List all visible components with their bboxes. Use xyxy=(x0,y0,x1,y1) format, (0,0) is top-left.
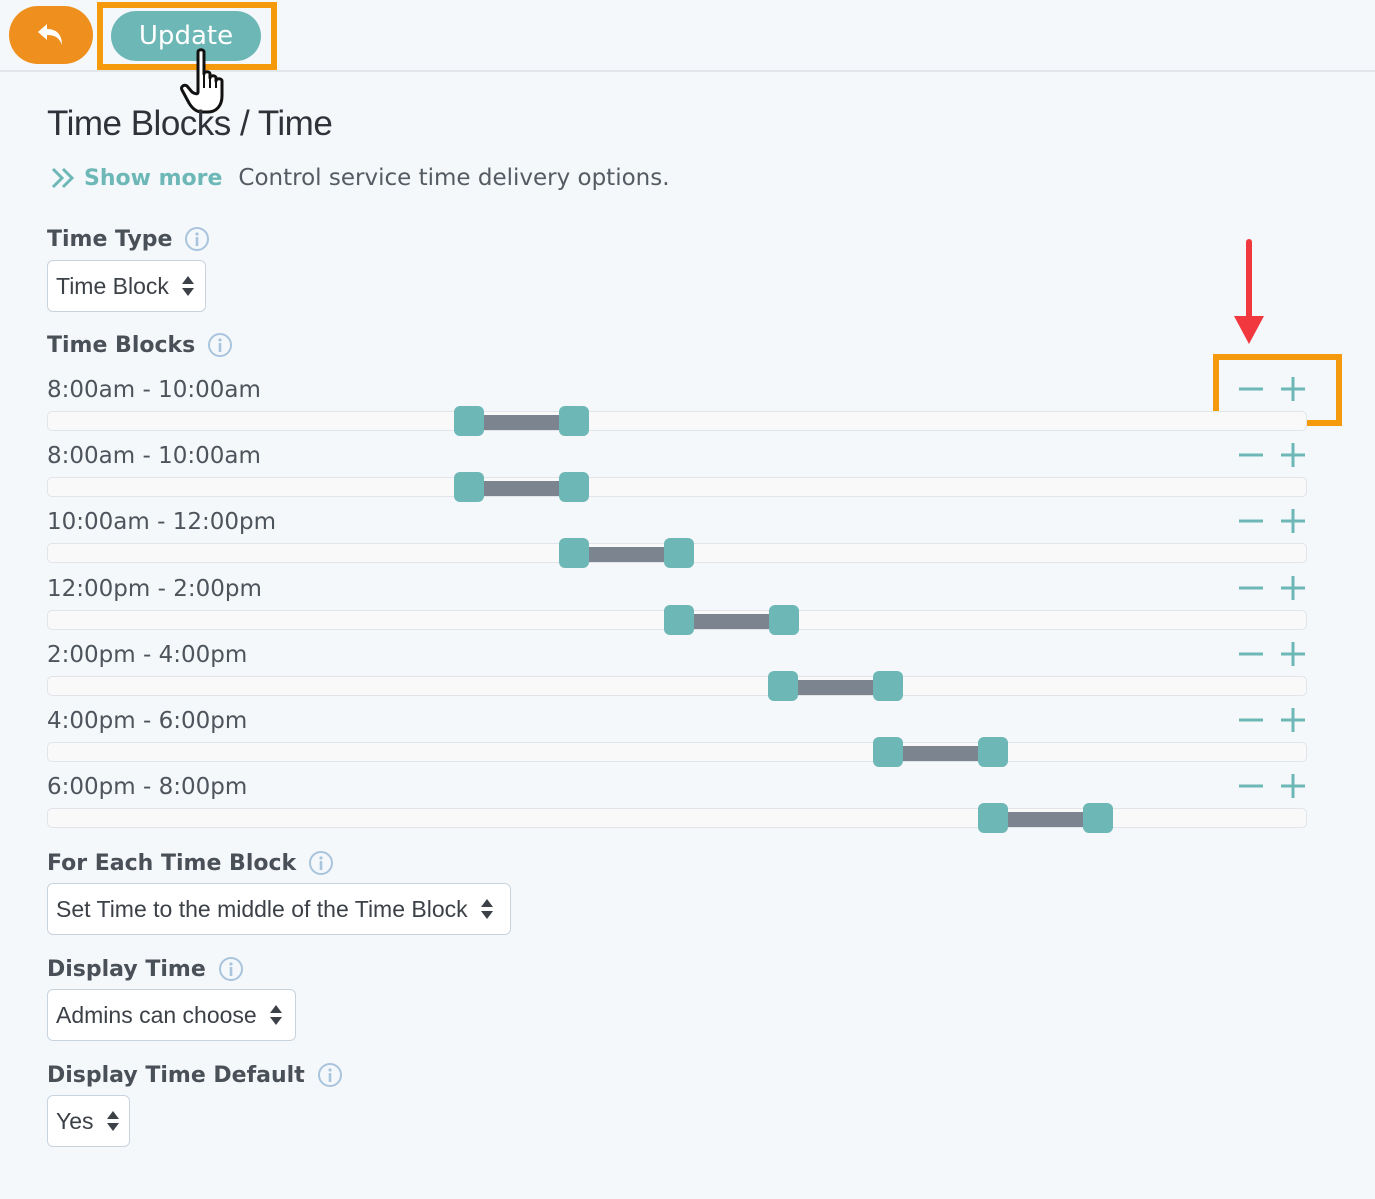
display-time-label-text: Display Time xyxy=(47,956,206,982)
time-block-slider[interactable] xyxy=(47,538,1307,568)
slider-end-handle[interactable] xyxy=(559,472,589,502)
time-type-value: Time Block xyxy=(56,272,169,299)
add-remove-controls xyxy=(1237,507,1317,537)
add-remove-controls xyxy=(1237,706,1317,736)
info-icon[interactable] xyxy=(207,332,233,358)
minus-icon[interactable] xyxy=(1237,706,1265,734)
info-icon[interactable] xyxy=(184,226,210,252)
for-each-select[interactable]: Set Time to the middle of the Time Block xyxy=(47,883,511,935)
info-icon[interactable] xyxy=(308,850,334,876)
display-time-value: Admins can choose xyxy=(56,1001,257,1028)
plus-icon[interactable] xyxy=(1279,772,1307,800)
time-block-label: 12:00pm - 2:00pm xyxy=(47,576,262,602)
page-description: Control service time delivery options. xyxy=(238,165,670,191)
plus-icon[interactable] xyxy=(1279,441,1307,469)
time-type-select[interactable]: Time Block xyxy=(47,260,206,312)
time-block-slider[interactable] xyxy=(47,737,1307,767)
time-block-label: 8:00am - 10:00am xyxy=(47,443,261,469)
sort-arrows-icon xyxy=(480,899,493,919)
slider-start-handle[interactable] xyxy=(454,472,484,502)
slider-start-handle[interactable] xyxy=(768,671,798,701)
sort-arrows-icon xyxy=(181,276,194,296)
time-block-label: 6:00pm - 8:00pm xyxy=(47,774,248,800)
display-time-default-select[interactable]: Yes xyxy=(47,1095,130,1147)
minus-icon[interactable] xyxy=(1237,441,1265,469)
time-block-label: 2:00pm - 4:00pm xyxy=(47,642,248,668)
plus-icon[interactable] xyxy=(1279,706,1307,734)
add-remove-controls xyxy=(1237,375,1317,405)
sort-arrows-icon xyxy=(106,1111,119,1131)
time-type-label: Time Type xyxy=(47,226,210,252)
slider-start-handle[interactable] xyxy=(664,605,694,635)
for-each-label-text: For Each Time Block xyxy=(47,850,297,876)
slider-start-handle[interactable] xyxy=(559,538,589,568)
time-block-label: 4:00pm - 6:00pm xyxy=(47,708,248,734)
back-button[interactable] xyxy=(9,6,93,64)
minus-icon[interactable] xyxy=(1237,772,1265,800)
for-each-label: For Each Time Block xyxy=(47,850,334,876)
plus-icon[interactable] xyxy=(1279,640,1307,668)
slider-start-handle[interactable] xyxy=(454,406,484,436)
undo-arrow-icon xyxy=(38,24,62,45)
time-block-slider[interactable] xyxy=(47,605,1307,635)
slider-end-handle[interactable] xyxy=(873,671,903,701)
plus-icon[interactable] xyxy=(1279,507,1307,535)
time-block-label: 10:00am - 12:00pm xyxy=(47,509,276,535)
slider-end-handle[interactable] xyxy=(978,737,1008,767)
display-time-default-label: Display Time Default xyxy=(47,1062,343,1088)
time-blocks-label: Time Blocks xyxy=(47,332,233,358)
slider-start-handle[interactable] xyxy=(873,737,903,767)
show-more-row: Show more Control service time delivery … xyxy=(50,165,670,191)
slider-end-handle[interactable] xyxy=(559,406,589,436)
red-down-arrow-icon xyxy=(1234,239,1264,344)
display-time-select[interactable]: Admins can choose xyxy=(47,989,296,1041)
display-time-default-label-text: Display Time Default xyxy=(47,1062,305,1088)
add-remove-controls xyxy=(1237,640,1317,670)
time-block-slider[interactable] xyxy=(47,803,1307,833)
slider-end-handle[interactable] xyxy=(664,538,694,568)
double-chevron-right-icon[interactable] xyxy=(50,166,76,190)
time-blocks-label-text: Time Blocks xyxy=(47,332,196,358)
plus-icon[interactable] xyxy=(1279,375,1307,403)
minus-icon[interactable] xyxy=(1237,375,1265,403)
page-title: Time Blocks / Time xyxy=(47,104,333,143)
time-block-slider[interactable] xyxy=(47,671,1307,701)
slider-start-handle[interactable] xyxy=(978,803,1008,833)
info-icon[interactable] xyxy=(317,1062,343,1088)
show-more-link[interactable]: Show more xyxy=(84,166,222,191)
add-remove-controls xyxy=(1237,772,1317,802)
plus-icon[interactable] xyxy=(1279,574,1307,602)
time-block-label: 8:00am - 10:00am xyxy=(47,377,261,403)
minus-icon[interactable] xyxy=(1237,574,1265,602)
time-block-slider[interactable] xyxy=(47,472,1307,502)
slider-end-handle[interactable] xyxy=(769,605,799,635)
time-type-label-text: Time Type xyxy=(47,226,173,252)
add-remove-controls xyxy=(1237,574,1317,604)
slider-end-handle[interactable] xyxy=(1083,803,1113,833)
display-time-default-value: Yes xyxy=(56,1107,94,1134)
info-icon[interactable] xyxy=(218,956,244,982)
time-block-slider[interactable] xyxy=(47,406,1307,436)
for-each-value: Set Time to the middle of the Time Block xyxy=(56,895,468,922)
minus-icon[interactable] xyxy=(1237,640,1265,668)
minus-icon[interactable] xyxy=(1237,507,1265,535)
sort-arrows-icon xyxy=(269,1005,282,1025)
add-remove-controls xyxy=(1237,441,1317,471)
display-time-label: Display Time xyxy=(47,956,244,982)
